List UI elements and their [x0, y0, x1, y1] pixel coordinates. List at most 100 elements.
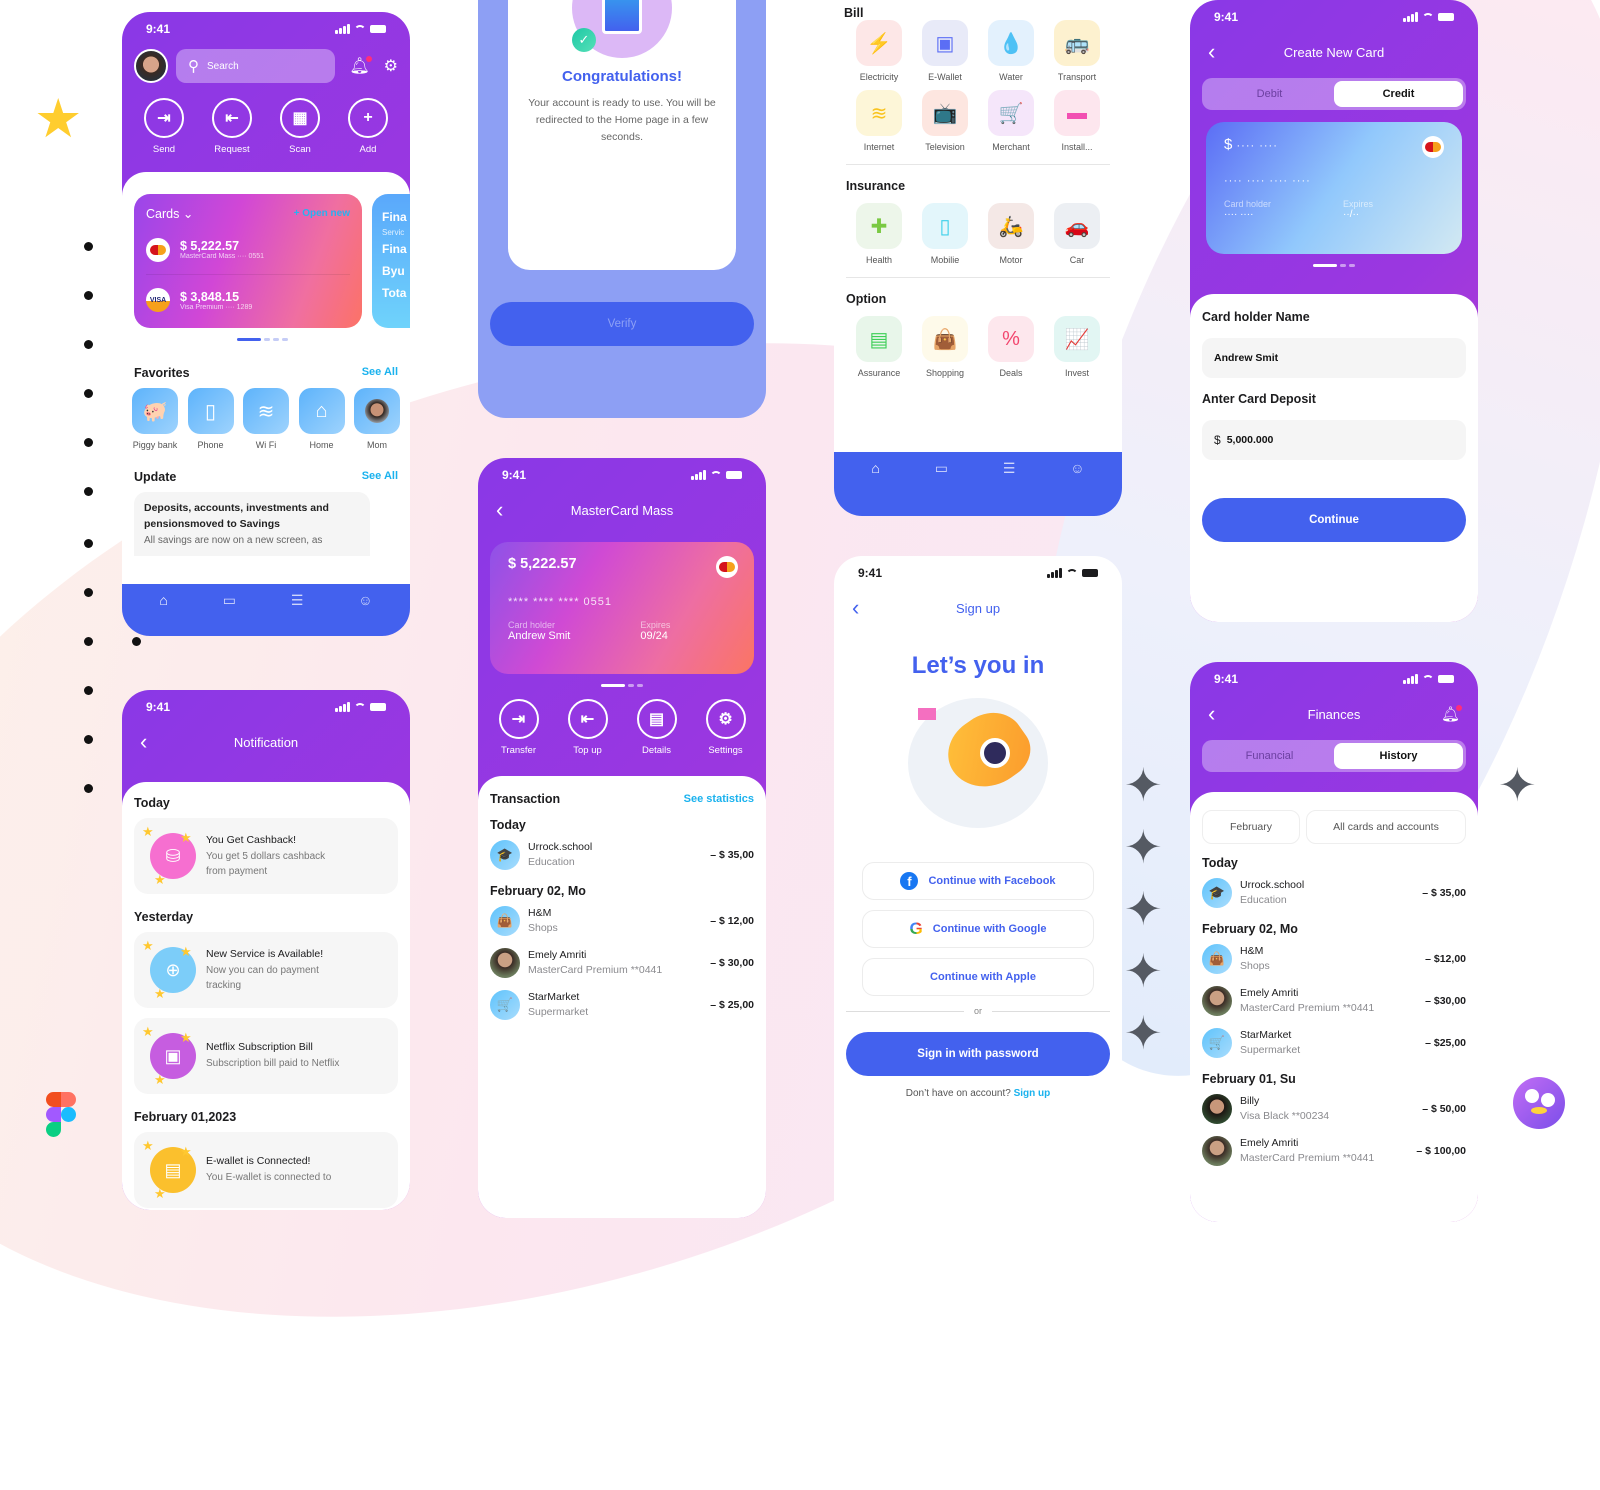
see-statistics-link[interactable]: See statistics — [684, 793, 754, 805]
finance-card-preview[interactable]: Fina Servic Fina Byu Tota — [372, 194, 410, 328]
transaction-row[interactable]: 👜 H&M Shops – $ 12,00 — [490, 900, 754, 942]
favorite-mom[interactable]: Mom — [354, 388, 400, 450]
tab-financial[interactable]: Funancial — [1205, 743, 1334, 769]
service-invest[interactable]: 📈 Invest — [1044, 316, 1110, 378]
cards-title[interactable]: Cards ⌄ — [146, 206, 193, 221]
update-heading: Update — [134, 470, 177, 484]
service-install[interactable]: ▬ Install... — [1044, 90, 1110, 152]
section-heading: Bill — [844, 6, 864, 20]
service-electricity[interactable]: ⚡ Electricity — [846, 20, 912, 82]
back-button[interactable]: ‹ — [852, 595, 872, 621]
action-top-up-button[interactable]: ⇤ Top up — [567, 699, 608, 756]
favorite-wi-fi[interactable]: ≋ Wi Fi — [243, 388, 289, 450]
transaction-row[interactable]: Emely Amriti MasterCard Premium **0441 – $… — [1202, 1130, 1466, 1172]
service-television[interactable]: 📺 Television — [912, 90, 978, 152]
star-icon: ★ — [142, 824, 154, 839]
action-add-button[interactable]: + Add — [348, 98, 388, 155]
card-holder-name-field[interactable] — [1202, 338, 1466, 378]
service-internet[interactable]: ≋ Internet — [846, 90, 912, 152]
action-label: Top up — [573, 745, 602, 756]
reports-icon[interactable]: ☰ — [1003, 460, 1016, 516]
gear-icon[interactable]: ⚙ — [384, 56, 398, 76]
update-card[interactable]: Deposits, accounts, investments and pens… — [134, 492, 370, 556]
service-assurance[interactable]: ▤ Assurance — [846, 316, 912, 378]
cards-icon[interactable]: ▭ — [223, 592, 236, 636]
service-health[interactable]: ✚ Health — [846, 203, 912, 265]
shield-icon: ✚ — [856, 203, 902, 249]
transaction-row[interactable]: Emely Amriti MasterCard Premium **0441 – $… — [1202, 980, 1466, 1022]
service-shopping[interactable]: 👜 Shopping — [912, 316, 978, 378]
service-deals[interactable]: % Deals — [978, 316, 1044, 378]
favorite-phone[interactable]: ▯ Phone — [187, 388, 234, 450]
card-row[interactable]: $ 5,222.57 MasterCard Mass ···· 0551 — [146, 225, 350, 275]
service-motor[interactable]: 🛵 Motor — [978, 203, 1044, 265]
favorites-see-all-link[interactable]: See All — [362, 366, 398, 380]
month-filter[interactable]: February — [1202, 810, 1300, 844]
cards-icon[interactable]: ▭ — [935, 460, 948, 516]
home-icon[interactable]: ⌂ — [871, 460, 879, 516]
card-row[interactable]: VISA $ 3,848.15 Visa Premium ···· 1289 — [146, 275, 350, 325]
open-new-link[interactable]: + Open new — [294, 208, 350, 219]
continue-apple-button[interactable]: Continue with Apple — [862, 958, 1094, 996]
service-mobilie[interactable]: ▯ Mobilie — [912, 203, 978, 265]
tab-debit[interactable]: Debit — [1205, 81, 1334, 107]
action-transfer-button[interactable]: ⇥ Transfer — [498, 699, 539, 756]
cards-widget[interactable]: Cards ⌄ + Open new $ 5,222.57 MasterCard … — [134, 194, 362, 328]
continue-facebook-button[interactable]: f Continue with Facebook — [862, 862, 1094, 900]
service-merchant[interactable]: 🛒 Merchant — [978, 90, 1044, 152]
avatar[interactable] — [134, 49, 168, 83]
service-label: Television — [925, 142, 965, 152]
service-transport[interactable]: 🚌 Transport — [1044, 20, 1110, 82]
sign-in-password-button[interactable]: Sign in with password — [846, 1032, 1110, 1076]
transaction-row[interactable]: 👜 H&M Shops – $12,00 — [1202, 938, 1466, 980]
back-button[interactable]: ‹ — [140, 729, 160, 755]
service-water[interactable]: 💧 Water — [978, 20, 1044, 82]
transaction-row[interactable]: 🛒 StarMarket Supermarket – $25,00 — [1202, 1022, 1466, 1064]
credit-card[interactable]: $ 5,222.57 **** **** **** 0551 Card hold… — [490, 542, 754, 674]
action-scan-button[interactable]: ▦ Scan — [280, 98, 320, 155]
favorite-home[interactable]: ⌂ Home — [298, 388, 345, 450]
transaction-row[interactable]: 🎓 Urrock.school Education – $ 35,00 — [1202, 872, 1466, 914]
card-deposit-field[interactable]: $ — [1202, 420, 1466, 460]
bell-icon[interactable]: 🔔︎ — [349, 56, 372, 76]
verify-button[interactable]: Verify — [490, 302, 754, 346]
card-deposit-input[interactable] — [1226, 434, 1454, 446]
continue-google-button[interactable]: G Continue with Google — [862, 910, 1094, 948]
notification-item[interactable]: ★ ★ ★ ⛁ You Get Cashback! You get 5 dollars c… — [134, 818, 398, 894]
sparkle-icon: ✦ — [1498, 759, 1537, 811]
notification-item[interactable]: ★ ★ ★ ▤ E-wallet is Connected! You E-wallet i… — [134, 1132, 398, 1208]
notification-item[interactable]: ★ ★ ★ ▣ Netflix Subscription Bill Subscriptio… — [134, 1018, 398, 1094]
tab-credit[interactable]: Credit — [1334, 81, 1463, 107]
bell-icon[interactable]: 🔔︎ — [1441, 705, 1462, 723]
carousel-dots — [1190, 264, 1478, 267]
continue-button[interactable]: Continue — [1202, 498, 1466, 542]
favorite-piggy-bank[interactable]: 🐖 Piggy bank — [132, 388, 178, 450]
status-bar: 9:41 — [122, 690, 410, 724]
tab-history[interactable]: History — [1334, 743, 1463, 769]
update-see-all-link[interactable]: See All — [362, 470, 398, 484]
reports-icon[interactable]: ☰ — [291, 592, 304, 636]
transaction-row[interactable]: 🎓 Urrock.school Education – $ 35,00 — [490, 834, 754, 876]
support-icon[interactable]: ☺ — [358, 592, 372, 636]
back-button[interactable]: ‹ — [1208, 39, 1228, 65]
notification-item[interactable]: ★ ★ ★ ⊕ New Service is Available! Now you can… — [134, 932, 398, 1008]
search-input[interactable]: ⚲ Search — [176, 49, 336, 83]
action-settings-button[interactable]: ⚙ Settings — [705, 699, 746, 756]
transaction-row[interactable]: 🛒 StarMarket Supermarket – $ 25,00 — [490, 984, 754, 1026]
service-e-wallet[interactable]: ▣ E-Wallet — [912, 20, 978, 82]
service-car[interactable]: 🚗 Car — [1044, 203, 1110, 265]
action-details-button[interactable]: ▤ Details — [636, 699, 677, 756]
action-send-button[interactable]: ⇥ Send — [144, 98, 184, 155]
accounts-filter[interactable]: All cards and accounts — [1306, 810, 1466, 844]
support-icon[interactable]: ☺ — [1070, 460, 1084, 516]
action-request-button[interactable]: ⇤ Request — [212, 98, 252, 155]
transaction-subtitle: Shops — [1240, 960, 1270, 972]
home-icon[interactable]: ⌂ — [159, 592, 167, 636]
transaction-row[interactable]: Emely Amriti MasterCard Premium **0441 – $… — [490, 942, 754, 984]
notification-title: You Get Cashback! — [206, 833, 297, 846]
back-button[interactable]: ‹ — [1208, 701, 1228, 727]
sign-up-link[interactable]: Sign up — [1014, 1088, 1051, 1099]
transaction-row[interactable]: Billy Visa Black **00234 – $ 50,00 — [1202, 1088, 1466, 1130]
card-holder-name-input[interactable] — [1214, 352, 1454, 364]
back-button[interactable]: ‹ — [496, 497, 516, 523]
